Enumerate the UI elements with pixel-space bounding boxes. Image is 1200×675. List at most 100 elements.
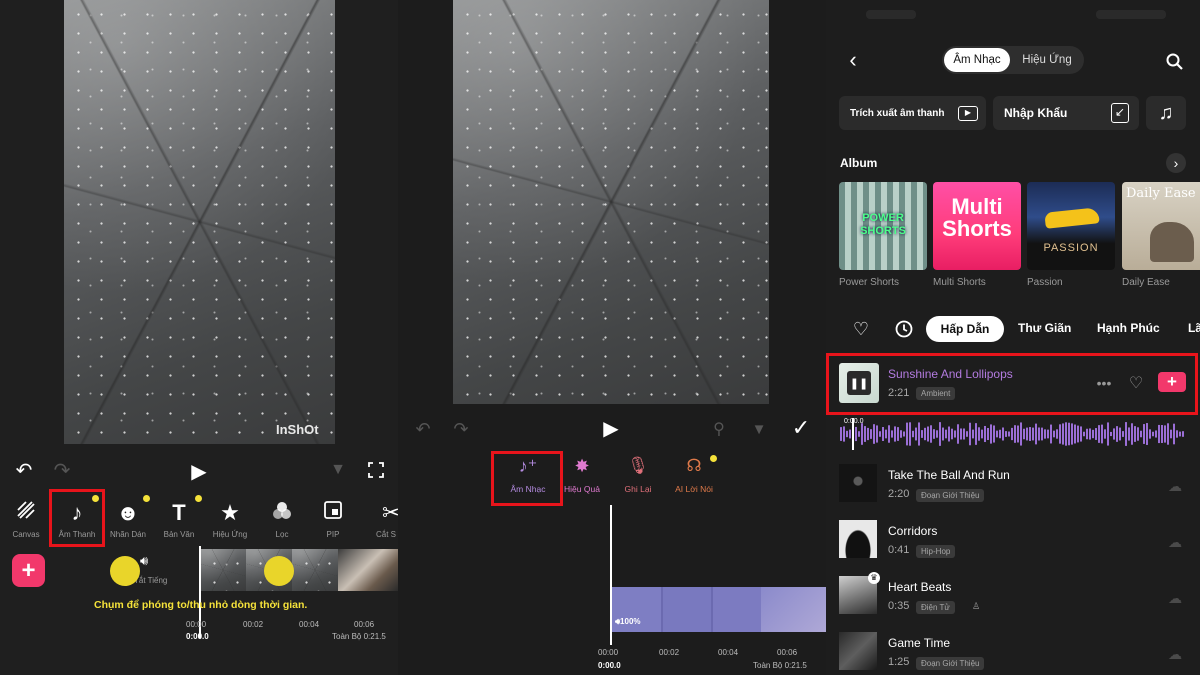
album-art-text: Daily Ease [1126, 186, 1196, 201]
import-button[interactable]: Nhập Khẩu ↙ [993, 96, 1139, 130]
download-cloud-icon[interactable]: ☁ [1168, 646, 1182, 663]
album-cover-daily-ease[interactable]: Daily Ease [1122, 182, 1200, 270]
track-item[interactable]: Game Time 1:25 Đoạn Giới Thiệu ☁ [826, 628, 1200, 675]
mood-tab-active[interactable]: Hấp Dẫn [926, 316, 1004, 342]
play-button[interactable]: ▶ [598, 415, 624, 441]
video-preview[interactable] [64, 0, 335, 444]
history-clock-icon[interactable] [893, 318, 915, 340]
attach-icon[interactable]: ⚲ [708, 418, 730, 440]
clip-thumbnail[interactable] [292, 549, 338, 591]
video-preview[interactable] [453, 0, 769, 404]
waveform-bar [1029, 427, 1031, 441]
album-cover-passion[interactable]: PASSION [1027, 182, 1115, 270]
audio-tool-ai-voice[interactable]: ☊ AI Lời Nói [666, 456, 722, 500]
waveform-bar [1182, 431, 1184, 437]
play-button[interactable]: ▶ [186, 458, 212, 484]
undo-button[interactable]: ↶ [412, 418, 434, 440]
waveform-bar [858, 431, 860, 437]
search-icon[interactable] [1163, 50, 1185, 72]
extract-audio-button[interactable]: Trích xuất âm thanh ▶ [839, 96, 986, 130]
filter-icon [256, 500, 308, 526]
new-indicator-dot [195, 495, 202, 502]
undo-button[interactable]: ↶ [12, 458, 36, 482]
waveform-bar [1131, 423, 1133, 445]
waveform-bar [1167, 423, 1169, 445]
clip-thumbnail[interactable] [338, 549, 398, 591]
waveform-bar [960, 428, 962, 440]
waveform-bar [933, 429, 935, 439]
tab-music[interactable]: Âm Nhạc [944, 48, 1010, 72]
album-cover-power-shorts[interactable]: POWER SHORTS [839, 182, 927, 270]
waveform-bar [1170, 429, 1172, 439]
waveform-bar [1122, 431, 1124, 437]
album-more-button[interactable]: › [1166, 153, 1186, 173]
mood-tab[interactable]: Lã [1188, 321, 1200, 335]
tool-label: Lọc [275, 530, 289, 539]
waveform-bar [1092, 429, 1094, 439]
keyframe-icon[interactable]: ▼ [748, 418, 770, 440]
tool-effects[interactable]: ★ Hiệu Ứng [204, 500, 256, 539]
fullscreen-icon[interactable] [364, 458, 388, 482]
music-note-icon: ♫ [1158, 101, 1174, 124]
watermark[interactable]: InShOt [276, 422, 319, 437]
crown-badge-icon: ♛ [868, 572, 880, 584]
tool-cut[interactable]: ✂ Cắt S [364, 500, 398, 539]
waveform-bar [1089, 428, 1091, 440]
waveform-bar [882, 427, 884, 441]
total-duration: Toàn Bộ 0:21.5 [332, 632, 386, 641]
waveform-bar [1062, 423, 1064, 445]
waveform[interactable]: 0:00.0 [840, 418, 1186, 450]
track-item[interactable]: Corridors 0:41 Hip-Hop ☁ [826, 516, 1200, 568]
track-duration: 1:25 [888, 656, 910, 668]
back-button[interactable]: ‹ [842, 47, 864, 72]
favorites-heart-icon[interactable]: ♡ [850, 318, 872, 340]
mood-tab[interactable]: Hạnh Phúc [1097, 321, 1160, 335]
clip-thumbnail[interactable] [200, 549, 246, 591]
time-tick: 00:04 [718, 648, 739, 657]
album-cover-multi-shorts[interactable]: Multi Shorts [933, 182, 1021, 270]
mood-tab[interactable]: Thư Giãn [1018, 321, 1071, 335]
waveform-bar [840, 427, 842, 441]
waveform-bar [1098, 425, 1100, 443]
tool-pip[interactable]: PIP [307, 500, 359, 539]
album-art-text: POWER SHORTS [860, 212, 906, 237]
volume-badge: 🔊︎100% [615, 617, 641, 627]
local-music-button[interactable]: ♫ [1146, 96, 1186, 130]
artist-icon: ♙ [972, 601, 981, 611]
waveform-bar [1083, 431, 1085, 437]
track-item[interactable]: Take The Ball And Run 2:20 Đoạn Giới Thi… [826, 460, 1200, 512]
waveform-bar [1080, 426, 1082, 442]
waveform-bar [927, 426, 929, 442]
redo-button[interactable]: ↷ [50, 458, 74, 482]
download-cloud-icon[interactable]: ☁ [1168, 534, 1182, 551]
person-image [1150, 222, 1194, 262]
tool-canvas[interactable]: Canvas [0, 500, 52, 539]
tool-sticker[interactable]: ☻ Nhãn Dán [102, 500, 154, 539]
waveform-bar [978, 427, 980, 441]
add-clip-button[interactable]: + [12, 554, 45, 587]
album-name: Multi Shorts [933, 277, 986, 288]
waveform-bar [1125, 422, 1127, 446]
tool-filter[interactable]: Lọc [256, 500, 308, 539]
waveform-bar [930, 425, 932, 443]
mute-label: Tắt Tiếng [134, 576, 168, 585]
redo-button[interactable]: ↷ [450, 418, 472, 440]
tab-effects[interactable]: Hiệu Ứng [1014, 48, 1080, 72]
waveform-bar [1086, 428, 1088, 440]
tool-text[interactable]: T Bản Văn [153, 500, 205, 539]
keyframe-icon[interactable]: ▼ [326, 458, 350, 482]
track-item[interactable]: ♛ Heart Beats 0:35 Điện Tử ♙ ☁ [826, 572, 1200, 624]
status-bar [866, 8, 1166, 22]
playhead[interactable] [610, 505, 612, 645]
waveform-playhead[interactable] [852, 418, 854, 450]
download-cloud-icon[interactable]: ☁ [1168, 478, 1182, 495]
tool-label: Hiệu Ứng [212, 530, 248, 539]
scissors-icon: ✂ [382, 500, 398, 525]
download-cloud-icon[interactable]: ☁ [1168, 590, 1182, 607]
waveform-bar [900, 430, 902, 438]
waveform-bar [1173, 423, 1175, 445]
waveform-bar [936, 430, 938, 438]
confirm-checkmark-icon[interactable]: ✓ [788, 415, 814, 441]
video-track[interactable]: 🔊︎100% [611, 587, 826, 632]
audio-tool-record[interactable]: 🎙︎ Ghi Lại [610, 456, 666, 500]
